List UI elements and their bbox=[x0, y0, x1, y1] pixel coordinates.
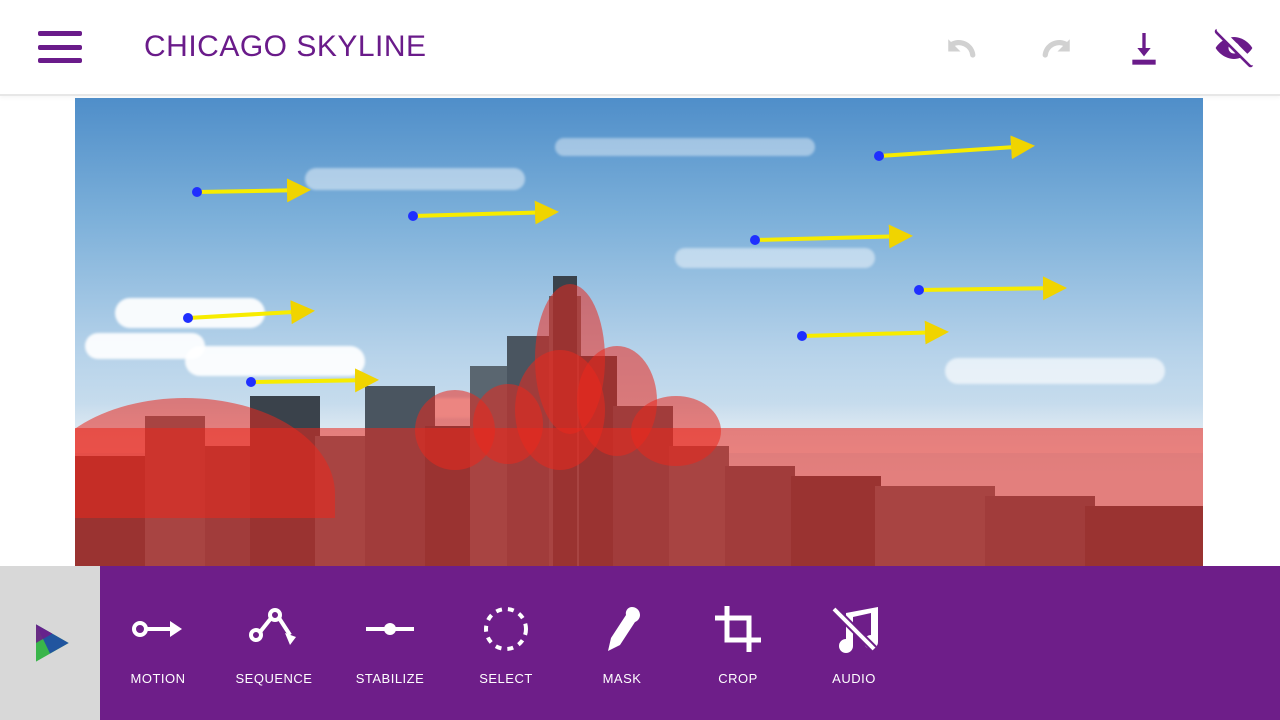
motion-arrows-svg bbox=[75, 98, 1203, 566]
project-title: CHICAGO SKYLINE bbox=[144, 30, 427, 64]
tool-crop[interactable]: CROP bbox=[700, 601, 776, 686]
motion-arrow-anchor[interactable] bbox=[408, 211, 418, 221]
tool-label: SELECT bbox=[479, 671, 533, 686]
tool-label: STABILIZE bbox=[356, 671, 425, 686]
menu-button[interactable] bbox=[38, 31, 82, 63]
undo-button[interactable] bbox=[942, 26, 986, 70]
motion-arrow-anchor[interactable] bbox=[874, 151, 884, 161]
tool-stabilize[interactable]: STABILIZE bbox=[352, 601, 428, 686]
tool-select[interactable]: SELECT bbox=[468, 601, 544, 686]
visibility-off-button[interactable] bbox=[1212, 26, 1256, 70]
redo-button[interactable] bbox=[1032, 26, 1076, 70]
download-button[interactable] bbox=[1122, 26, 1166, 70]
motion-arrow[interactable] bbox=[251, 380, 375, 382]
tool-audio[interactable]: AUDIO bbox=[816, 601, 892, 686]
mask-icon bbox=[594, 601, 650, 657]
tool-label: CROP bbox=[718, 671, 758, 686]
top-bar: CHICAGO SKYLINE bbox=[0, 0, 1280, 96]
editor-canvas[interactable] bbox=[75, 98, 1203, 566]
motion-arrow-anchor[interactable] bbox=[192, 187, 202, 197]
sequence-icon bbox=[246, 601, 302, 657]
top-actions bbox=[942, 0, 1256, 96]
motion-arrow[interactable] bbox=[188, 311, 311, 318]
motion-arrow[interactable] bbox=[755, 236, 909, 240]
tool-label: SEQUENCE bbox=[236, 671, 313, 686]
tool-label: MASK bbox=[603, 671, 642, 686]
motion-arrow[interactable] bbox=[197, 190, 307, 192]
play-icon bbox=[22, 615, 78, 671]
tool-bar: MOTION SEQUENCE STABILIZE SELECT MASK CR… bbox=[100, 566, 1280, 720]
motion-arrows-layer[interactable] bbox=[75, 98, 1203, 566]
tool-label: MOTION bbox=[131, 671, 186, 686]
motion-arrow[interactable] bbox=[413, 212, 555, 216]
tool-mask[interactable]: MASK bbox=[584, 601, 660, 686]
tool-motion[interactable]: MOTION bbox=[120, 601, 196, 686]
stabilize-icon bbox=[362, 601, 418, 657]
motion-arrow[interactable] bbox=[919, 288, 1063, 290]
play-button[interactable] bbox=[0, 566, 100, 720]
motion-arrow-anchor[interactable] bbox=[750, 235, 760, 245]
tool-sequence[interactable]: SEQUENCE bbox=[236, 601, 312, 686]
motion-arrow-anchor[interactable] bbox=[797, 331, 807, 341]
motion-arrow[interactable] bbox=[802, 332, 945, 336]
motion-arrow[interactable] bbox=[879, 146, 1031, 156]
tool-label: AUDIO bbox=[832, 671, 876, 686]
motion-arrow-anchor[interactable] bbox=[183, 313, 193, 323]
select-icon bbox=[478, 601, 534, 657]
motion-icon bbox=[130, 601, 186, 657]
crop-icon bbox=[710, 601, 766, 657]
motion-arrow-anchor[interactable] bbox=[246, 377, 256, 387]
motion-arrow-anchor[interactable] bbox=[914, 285, 924, 295]
audio-off-icon bbox=[826, 601, 882, 657]
